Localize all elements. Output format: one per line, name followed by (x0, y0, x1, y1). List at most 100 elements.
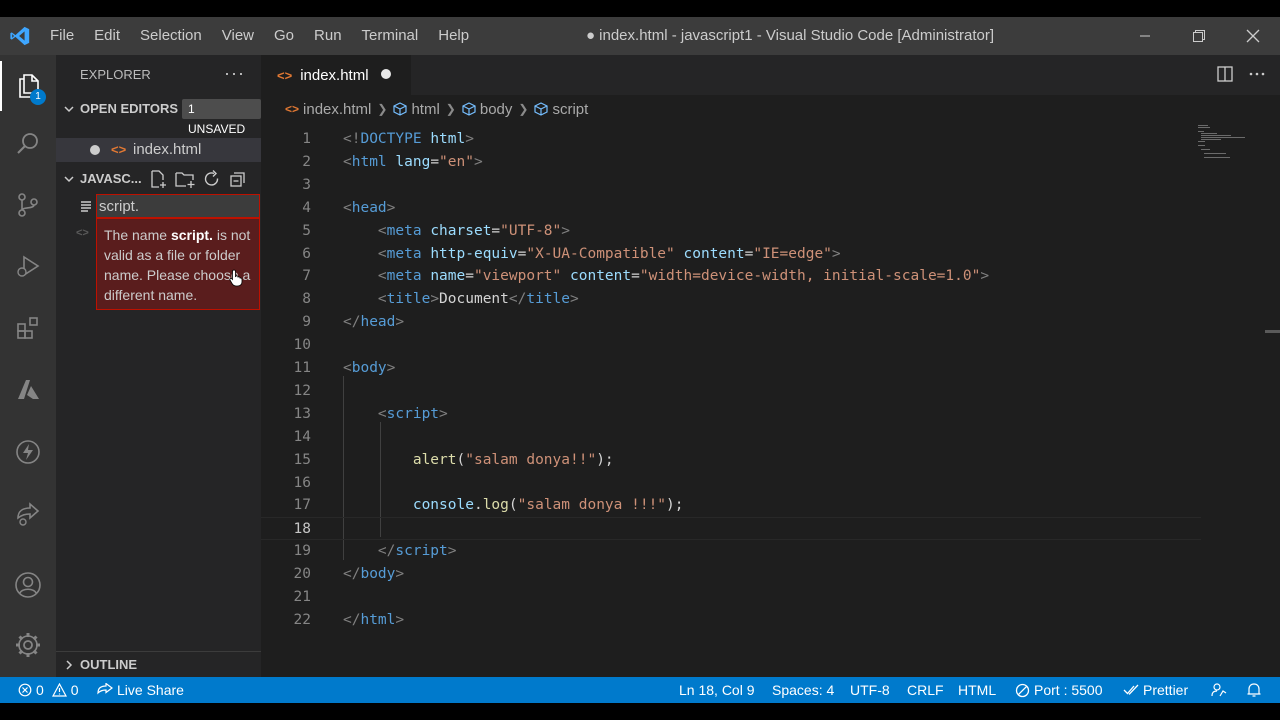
code-line[interactable]: 10 (261, 334, 1201, 357)
account-activity-button[interactable] (0, 560, 56, 610)
language-mode-status[interactable]: HTML (958, 677, 996, 703)
code-line[interactable]: 13 <script> (261, 403, 1201, 426)
rename-input[interactable] (96, 194, 260, 218)
restore-button[interactable] (1172, 17, 1226, 55)
menu-help[interactable]: Help (428, 17, 479, 55)
code-line[interactable]: 4 <head> (261, 197, 1201, 220)
notifications-button[interactable] (1246, 677, 1262, 703)
code-line[interactable]: 6 <meta http-equiv="X-UA-Compatible" con… (261, 243, 1201, 266)
source-control-activity-button[interactable] (0, 180, 56, 230)
menu-view[interactable]: View (212, 17, 264, 55)
line-number: 17 (293, 497, 311, 514)
code-line[interactable]: 17 console.log("salam donya !!!"); (261, 494, 1201, 517)
line-number: 16 (293, 474, 311, 491)
code-line[interactable]: 15 alert("salam donya!!"); (261, 449, 1201, 472)
code-line[interactable]: 22 </html> (261, 609, 1201, 632)
code-line[interactable]: 11 <body> (261, 357, 1201, 380)
breadcrumb-body[interactable]: body (462, 101, 512, 118)
split-editor-icon[interactable] (1216, 65, 1234, 83)
code-line[interactable]: 8 <title>Document</title> (261, 288, 1201, 311)
code-token: content (570, 268, 632, 285)
run-debug-icon (17, 255, 40, 277)
code-line[interactable]: 5 <meta charset="UTF-8"> (261, 220, 1201, 243)
search-activity-button[interactable] (0, 119, 56, 169)
live-share-activity-button[interactable] (0, 489, 56, 539)
eol-status[interactable]: CRLF (907, 677, 944, 703)
code-token: </ (343, 566, 361, 583)
menu-file[interactable]: File (40, 17, 84, 55)
new-folder-icon[interactable] (174, 169, 196, 189)
collapse-all-icon[interactable] (228, 169, 248, 189)
code-line[interactable]: 3 (261, 174, 1201, 197)
code-token: > (980, 268, 990, 285)
code-line[interactable]: 14 (261, 426, 1201, 449)
symbol-element-icon (534, 102, 549, 116)
prettier-label: Prettier (1143, 682, 1189, 698)
open-editors-header[interactable]: OPEN EDITORS 1 UNSAVED (56, 96, 261, 136)
editor-actions (1216, 65, 1266, 83)
explorer-activity-button[interactable]: 1 (0, 61, 56, 111)
unsaved-dot-icon[interactable] (381, 69, 391, 79)
azure-activity-button[interactable] (0, 365, 56, 415)
code-line[interactable]: 21 (261, 586, 1201, 609)
code-token: > (570, 291, 579, 308)
code-line[interactable]: 16 (261, 472, 1201, 495)
indentation-status[interactable]: Spaces: 4 (772, 677, 834, 703)
line-number: 12 (293, 382, 311, 399)
code-line[interactable]: 2 <html lang="en"> (261, 151, 1201, 174)
settings-activity-button[interactable] (0, 620, 56, 670)
extensions-activity-button[interactable] (0, 303, 56, 353)
cursor-position[interactable]: Ln 18, Col 9 (679, 677, 755, 703)
minimap[interactable] (1196, 123, 1266, 163)
tab-index-html[interactable]: <> index.html (261, 55, 411, 95)
line-number: 14 (293, 428, 311, 445)
line-number: 8 (302, 291, 311, 308)
menu-run[interactable]: Run (304, 17, 352, 55)
breadcrumb-script[interactable]: script (534, 101, 588, 118)
live-share-status[interactable]: Live Share (97, 677, 184, 703)
scrollbar-marker[interactable] (1265, 330, 1280, 333)
code-editor[interactable]: 1 <!DOCTYPE html> 2 <html lang="en"> 3 4 <head… (261, 123, 1280, 677)
menu-selection[interactable]: Selection (130, 17, 212, 55)
code-line[interactable]: 20 </body> (261, 563, 1201, 586)
problems-status[interactable]: 0 0 (18, 677, 79, 703)
window-controls (1118, 17, 1280, 55)
more-actions-icon[interactable] (1248, 65, 1266, 83)
encoding-status[interactable]: UTF-8 (850, 677, 890, 703)
code-token: body (360, 566, 396, 583)
open-editor-item[interactable]: <> index.html (56, 138, 261, 162)
lightning-activity-button[interactable] (0, 427, 56, 477)
explorer-more-actions[interactable]: ··· (224, 55, 245, 95)
code-line[interactable]: 1 <!DOCTYPE html> (261, 128, 1201, 151)
code-line[interactable]: 18 (261, 517, 1201, 541)
menu-edit[interactable]: Edit (84, 17, 130, 55)
line-number: 19 (293, 543, 311, 560)
breadcrumb-file[interactable]: <> index.html (285, 101, 371, 118)
chevron-right-icon: ❯ (518, 102, 529, 116)
outline-header[interactable]: OUTLINE (56, 651, 261, 677)
minimize-button[interactable] (1118, 17, 1172, 55)
code-token: head (351, 199, 387, 216)
breadcrumb-html[interactable]: html (393, 101, 440, 118)
line-number: 15 (293, 451, 311, 468)
code-token: <! (343, 131, 361, 147)
live-server-status[interactable]: Port : 5500 (1015, 677, 1103, 703)
prettier-status[interactable]: Prettier (1123, 677, 1188, 703)
code-line[interactable]: 7 <meta name="viewport" content="width=d… (261, 265, 1201, 288)
code-line[interactable]: 19 </script> (261, 540, 1201, 563)
feedback-button[interactable] (1211, 677, 1227, 703)
new-file-icon[interactable] (148, 169, 168, 189)
menu-terminal[interactable]: Terminal (352, 17, 429, 55)
refresh-icon[interactable] (202, 169, 222, 189)
close-window-button[interactable] (1226, 17, 1280, 55)
explorer-title: EXPLORER (80, 67, 151, 82)
code-text: <script> (343, 403, 448, 426)
code-line[interactable]: 12 (261, 380, 1201, 403)
run-debug-activity-button[interactable] (0, 241, 56, 291)
settings-gear-icon (16, 633, 40, 657)
code-line[interactable]: 9 </head> (261, 311, 1201, 334)
menu-go[interactable]: Go (264, 17, 304, 55)
folder-header[interactable]: JAVASC... (56, 166, 261, 192)
line-number: 10 (293, 337, 311, 354)
